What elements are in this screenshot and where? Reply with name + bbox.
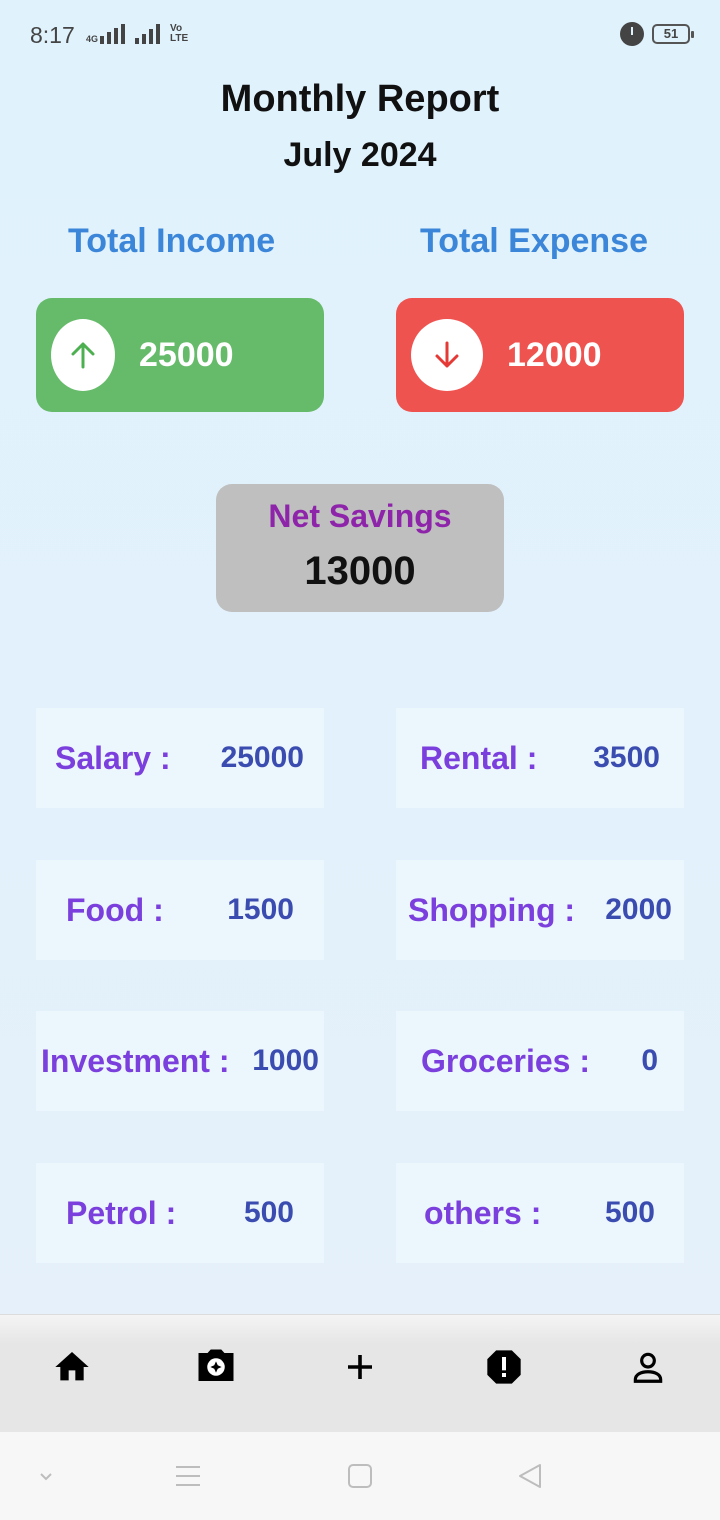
category-value: 500: [604, 1196, 655, 1229]
camera-icon: [198, 1349, 234, 1381]
alarm-icon: [620, 22, 644, 46]
system-navigation-bar: [0, 1432, 720, 1520]
category-tile-rental[interactable]: Rental : 3500: [396, 708, 684, 808]
page-title: Monthly Report: [220, 78, 500, 120]
income-value: 25000: [139, 335, 234, 374]
bottom-navigation: [0, 1314, 720, 1432]
category-label: Rental :: [420, 739, 538, 776]
category-label: Salary :: [55, 739, 171, 776]
page-subtitle: July 2024: [283, 136, 437, 174]
square-icon: [348, 1464, 372, 1488]
net-savings-card: Net Savings 13000: [216, 484, 504, 612]
profile-icon: [633, 1352, 663, 1383]
category-value: 25000: [220, 741, 304, 774]
category-label: Petrol :: [66, 1194, 177, 1231]
category-value: 2000: [605, 893, 672, 926]
sys-menu-button[interactable]: [172, 1460, 204, 1492]
category-value: 1000: [252, 1044, 319, 1077]
category-value: 500: [243, 1196, 294, 1229]
nav-home-button[interactable]: [50, 1345, 94, 1389]
back-triangle-icon: [519, 1464, 541, 1488]
status-indicators: 4G Vo LTE: [86, 22, 200, 44]
category-value: 3500: [593, 741, 660, 774]
category-value: 0: [641, 1044, 658, 1077]
expense-icon-circle: [411, 319, 483, 391]
arrow-up-icon: [71, 342, 95, 369]
nav-profile-button[interactable]: [626, 1345, 670, 1389]
home-icon: [55, 1352, 89, 1381]
category-tile-shopping[interactable]: Shopping : 2000: [396, 860, 684, 960]
status-bar: 8:17 4G Vo LTE 51: [0, 0, 720, 72]
monthly-report-screen: 8:17 4G Vo LTE 51 Monthly Report July 20…: [0, 0, 720, 1520]
add-icon: [348, 1355, 372, 1379]
volte-icon: Vo LTE: [170, 23, 189, 44]
category-label: Investment :: [41, 1042, 230, 1079]
network-label: 4G: [86, 34, 99, 44]
category-label: others :: [424, 1194, 542, 1231]
sys-back-button[interactable]: [514, 1460, 546, 1492]
expense-value: 12000: [507, 335, 602, 374]
category-label: Shopping :: [408, 891, 576, 928]
total-expense-label: Total Expense: [420, 222, 648, 260]
category-tile-food[interactable]: Food : 1500: [36, 860, 324, 960]
signal-4g-icon: 4G: [86, 22, 126, 44]
category-value: 1500: [227, 893, 294, 926]
signal-icon: [135, 22, 161, 44]
category-tile-investment[interactable]: Investment : 1000: [36, 1011, 324, 1111]
sys-home-button[interactable]: [344, 1460, 376, 1492]
net-savings-label: Net Savings: [268, 498, 452, 534]
chevron-down-icon: [40, 1473, 52, 1481]
alert-icon: [487, 1350, 521, 1384]
nav-alert-button[interactable]: [482, 1345, 526, 1389]
arrow-down-icon: [435, 341, 459, 368]
income-card[interactable]: 25000: [36, 298, 324, 412]
category-tile-petrol[interactable]: Petrol : 500: [36, 1163, 324, 1263]
status-time: 8:17: [30, 22, 75, 48]
category-tile-groceries[interactable]: Groceries : 0: [396, 1011, 684, 1111]
menu-icon: [176, 1466, 200, 1486]
expense-card[interactable]: 12000: [396, 298, 684, 412]
income-icon-circle: [51, 319, 115, 391]
category-tile-salary[interactable]: Salary : 25000: [36, 708, 324, 808]
battery-icon: 51: [652, 24, 694, 44]
category-label: Food :: [66, 891, 164, 928]
total-income-label: Total Income: [68, 222, 276, 260]
sys-collapse-button[interactable]: [30, 1460, 62, 1492]
category-label: Groceries :: [421, 1042, 590, 1079]
net-savings-value: 13000: [304, 549, 416, 593]
status-right-icons: 51: [620, 22, 694, 46]
category-tile-others[interactable]: others : 500: [396, 1163, 684, 1263]
nav-camera-button[interactable]: [194, 1345, 238, 1389]
nav-add-button[interactable]: [338, 1345, 382, 1389]
